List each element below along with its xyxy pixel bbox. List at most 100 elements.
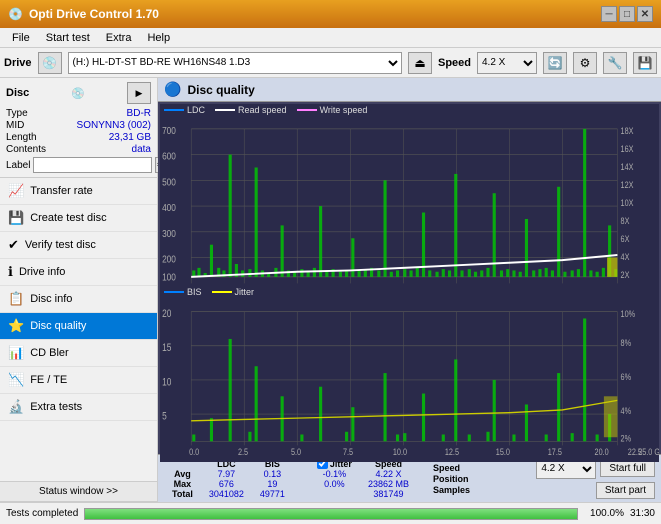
nav-fe-te[interactable]: 📉 FE / TE: [0, 367, 157, 394]
svg-text:12.5: 12.5: [445, 446, 459, 457]
menu-help[interactable]: Help: [139, 30, 178, 46]
svg-text:300: 300: [162, 228, 176, 239]
max-label: Max: [164, 479, 201, 489]
nav-extra-tests[interactable]: 🔬 Extra tests: [0, 394, 157, 421]
svg-text:8%: 8%: [621, 337, 632, 348]
titlebar-title: 💿 Opti Drive Control 1.70: [8, 7, 159, 21]
nav-disc-info[interactable]: 📋 Disc info: [0, 286, 157, 313]
svg-text:10X: 10X: [621, 198, 634, 208]
speed-row: Speed: [433, 463, 470, 473]
legend-bis-label: BIS: [187, 287, 202, 297]
save-button[interactable]: 💾: [633, 52, 657, 74]
status-window-btn[interactable]: Status window >>: [0, 482, 157, 502]
svg-text:4X: 4X: [621, 252, 630, 262]
nav-transfer-rate[interactable]: 📈 Transfer rate: [0, 178, 157, 205]
start-full-button[interactable]: Start full: [600, 460, 655, 477]
menu-file[interactable]: File: [4, 30, 38, 46]
disc-type-label: Type: [6, 108, 28, 119]
nav-drive-info[interactable]: ℹ Drive info: [0, 259, 157, 286]
nav-disc-quality-label: Disc quality: [30, 320, 86, 332]
position-label: Position: [433, 474, 469, 484]
chart-container: LDC Read speed Write speed: [158, 102, 661, 454]
max-jitter: 0.0%: [309, 479, 360, 489]
legend-write: Write speed: [297, 105, 368, 115]
svg-text:400: 400: [162, 202, 176, 213]
avg-bis: 0.13: [252, 469, 293, 479]
main-layout: Disc 💿 ▶ Type BD-R MID SONYNN3 (002) Len…: [0, 78, 661, 502]
avg-ldc: 7.97: [201, 469, 252, 479]
start-part-button[interactable]: Start part: [596, 482, 655, 499]
disc-quality-icon: ⭐: [8, 318, 24, 334]
fe-te-icon: 📉: [8, 372, 24, 388]
svg-text:17.5: 17.5: [548, 446, 562, 457]
disc-panel: Disc 💿 ▶ Type BD-R MID SONYNN3 (002) Len…: [0, 78, 157, 178]
progress-bar-container: [84, 508, 578, 520]
svg-text:18X: 18X: [621, 126, 634, 136]
disc-contents-value: data: [132, 144, 151, 155]
minimize-button[interactable]: ─: [601, 6, 617, 22]
refresh-button[interactable]: 🔄: [543, 52, 567, 74]
svg-text:10%: 10%: [621, 308, 636, 319]
nav-verify-test-disc[interactable]: ✔ Verify test disc: [0, 232, 157, 259]
disc-type-row: Type BD-R: [6, 108, 151, 119]
svg-text:25.0 GB: 25.0 GB: [638, 446, 659, 457]
content-area: 🔵 Disc quality LDC Read speed: [158, 78, 661, 502]
svg-text:14X: 14X: [621, 162, 634, 172]
disc-icon: 💿: [71, 87, 85, 100]
eject-button[interactable]: ⏏: [408, 52, 432, 74]
svg-text:2X: 2X: [621, 270, 630, 280]
options-button2[interactable]: 🔧: [603, 52, 627, 74]
position-row: Position: [433, 474, 470, 484]
bis-color-indicator: [164, 291, 184, 293]
svg-text:20: 20: [162, 308, 172, 320]
action-area: 4.2 X Start full Start part: [536, 459, 655, 499]
ldc-color-indicator: [164, 109, 184, 111]
options-button1[interactable]: ⚙: [573, 52, 597, 74]
maximize-button[interactable]: □: [619, 6, 635, 22]
disc-contents-row: Contents data: [6, 144, 151, 155]
svg-text:5: 5: [162, 411, 167, 423]
speed-label: Speed: [438, 57, 471, 69]
samples-value: 381749: [360, 489, 417, 499]
disc-action-btn[interactable]: ▶: [127, 82, 151, 104]
menu-extra[interactable]: Extra: [98, 30, 140, 46]
titlebar-controls: ─ □ ✕: [601, 6, 653, 22]
drive-icon-btn[interactable]: 💿: [38, 52, 62, 74]
disc-mid-row: MID SONYNN3 (002): [6, 120, 151, 131]
disc-section-title: Disc: [6, 87, 29, 99]
status-bar-side: Status window >>: [0, 481, 157, 502]
speed-select[interactable]: 4.2 X: [477, 52, 537, 74]
legend-jitter: Jitter: [212, 287, 255, 297]
disc-header: Disc 💿 ▶: [6, 82, 151, 104]
nav-disc-quality[interactable]: ⭐ Disc quality: [0, 313, 157, 340]
app-title: Opti Drive Control 1.70: [29, 7, 159, 21]
app-icon: 💿: [8, 7, 23, 21]
svg-text:0.0: 0.0: [189, 446, 199, 457]
dq-header: 🔵 Disc quality: [158, 78, 661, 102]
svg-text:8X: 8X: [621, 216, 630, 226]
status-text: Tests completed: [6, 508, 78, 519]
svg-text:4%: 4%: [621, 405, 632, 416]
nav-create-test-disc-label: Create test disc: [30, 212, 106, 224]
nav-create-test-disc[interactable]: 💾 Create test disc: [0, 205, 157, 232]
nav-cd-bler[interactable]: 📊 CD Bler: [0, 340, 157, 367]
svg-text:15: 15: [162, 342, 171, 354]
disc-label-row: Label ⚙: [6, 157, 151, 173]
max-bis: 19: [252, 479, 293, 489]
verify-test-disc-icon: ✔: [8, 237, 19, 253]
total-label: Total: [164, 489, 201, 499]
legend-read: Read speed: [215, 105, 287, 115]
create-test-disc-icon: 💾: [8, 210, 24, 226]
drive-info-icon: ℹ: [8, 264, 13, 280]
close-button[interactable]: ✕: [637, 6, 653, 22]
disc-label-input[interactable]: [33, 157, 152, 173]
legend-ldc: LDC: [164, 105, 205, 115]
stats-table: LDC BIS Jitter Speed Avg 7.97 0.13: [164, 458, 417, 499]
disc-length-label: Length: [6, 132, 37, 143]
dq-icon: 🔵: [164, 81, 181, 98]
svg-text:7.5: 7.5: [343, 446, 353, 457]
menu-start-test[interactable]: Start test: [38, 30, 98, 46]
svg-text:10.0: 10.0: [393, 446, 407, 457]
drive-select[interactable]: (H:) HL-DT-ST BD-RE WH16NS48 1.D3: [68, 52, 402, 74]
disc-contents-label: Contents: [6, 144, 46, 155]
